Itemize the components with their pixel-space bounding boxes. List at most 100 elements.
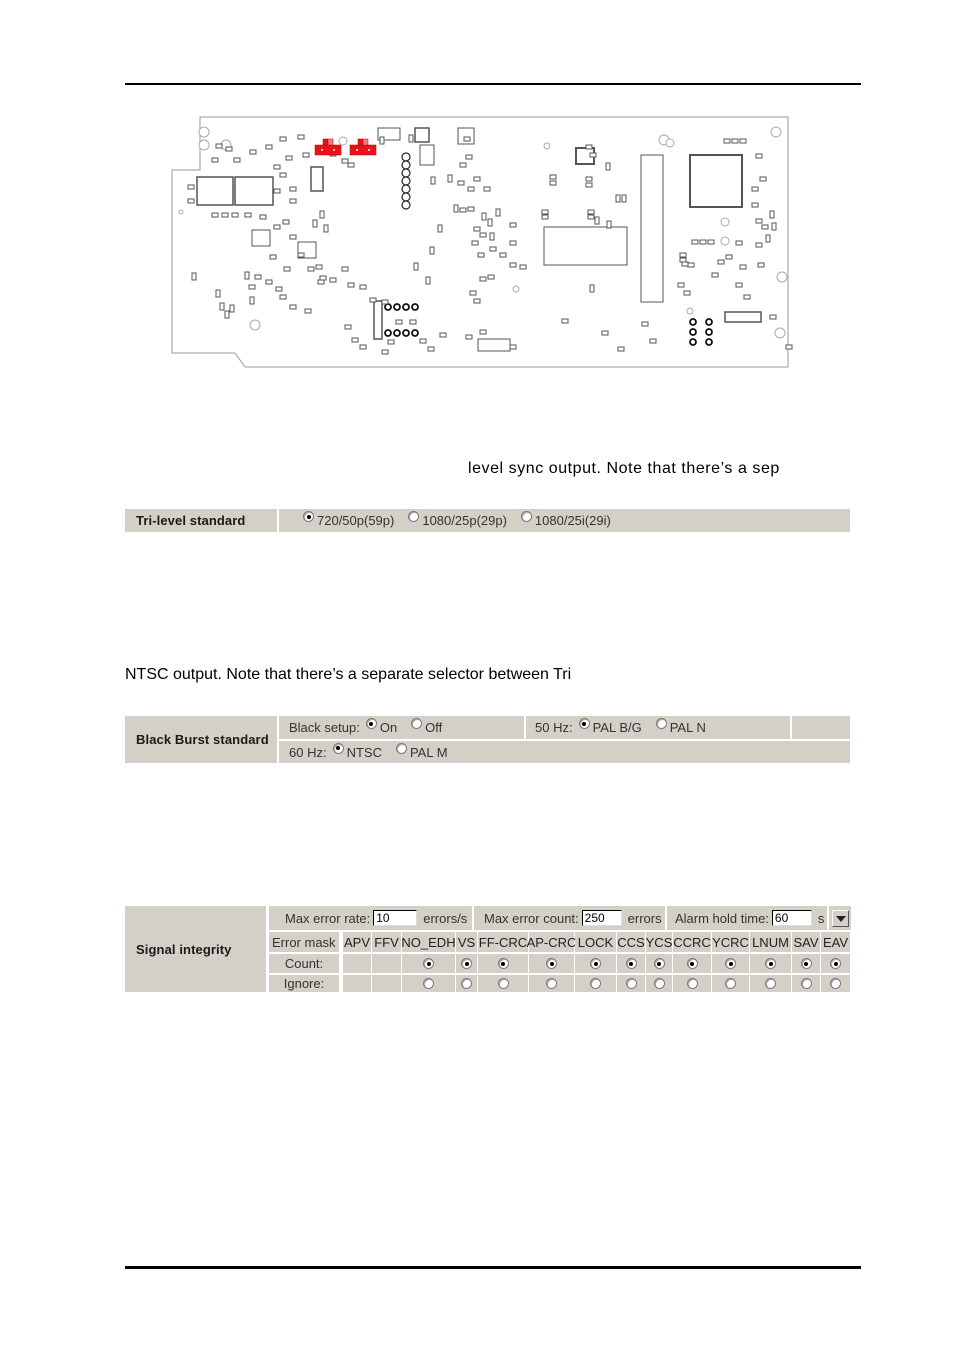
column-header-label: LOCK bbox=[577, 934, 614, 950]
pcb-hole bbox=[705, 328, 713, 336]
pcb-component bbox=[615, 194, 621, 203]
ignore-radio-ccrc[interactable] bbox=[686, 978, 698, 989]
count-radio-ccrc[interactable] bbox=[686, 958, 698, 969]
count-cell-ff-crc bbox=[478, 954, 528, 973]
pcb-component bbox=[279, 136, 287, 142]
pcb-component bbox=[541, 214, 549, 220]
pcb-component bbox=[319, 210, 325, 219]
count-cell-vs bbox=[456, 954, 477, 973]
pcb-component bbox=[759, 176, 767, 182]
column-header-label: AP-CRC bbox=[526, 934, 577, 950]
pcb-component bbox=[601, 330, 609, 336]
header-rule bbox=[125, 83, 861, 85]
count-radio-ff-crc[interactable] bbox=[497, 958, 509, 969]
pcb-component bbox=[453, 204, 459, 213]
radio-selected-icon[interactable] bbox=[365, 718, 377, 729]
pcb-component bbox=[587, 214, 595, 220]
pcb-component bbox=[285, 155, 293, 161]
tri-level-option-720-50p[interactable]: 720/50p(59p) bbox=[303, 511, 394, 528]
ignore-cell-ffv bbox=[372, 975, 401, 992]
pcb-component bbox=[689, 154, 743, 208]
ignore-cell-apv bbox=[343, 975, 371, 992]
pcb-component bbox=[341, 266, 349, 272]
count-radio-ycrc[interactable] bbox=[725, 958, 736, 969]
ignore-radio-ff-crc[interactable] bbox=[497, 978, 509, 989]
count-radio-no_edh[interactable] bbox=[423, 958, 434, 969]
column-header-lnum: LNUM bbox=[750, 932, 791, 952]
radio-unselected-icon[interactable] bbox=[408, 511, 420, 522]
dropdown-cell bbox=[829, 906, 851, 930]
tri-level-option-1080-25p[interactable]: 1080/25p(29p) bbox=[408, 511, 507, 528]
radio-unselected-icon[interactable] bbox=[411, 718, 423, 729]
pcb-hole bbox=[384, 329, 392, 337]
pcb-hole bbox=[393, 329, 401, 337]
ignore-radio-sav[interactable] bbox=[800, 978, 812, 989]
60hz-pal-m[interactable]: PAL M bbox=[395, 742, 448, 760]
radio-selected-icon[interactable] bbox=[303, 511, 314, 522]
black-setup-on[interactable]: On bbox=[365, 718, 397, 735]
ignore-radio-no_edh[interactable] bbox=[423, 978, 434, 989]
column-header-ap-crc: AP-CRC bbox=[526, 932, 577, 952]
empty-cell bbox=[792, 716, 850, 739]
alarm-hold-time-input[interactable] bbox=[771, 910, 812, 926]
column-header-vs: VS bbox=[456, 932, 477, 952]
ignore-radio-eav[interactable] bbox=[830, 978, 841, 989]
ignore-radio-ccs[interactable] bbox=[625, 978, 637, 989]
count-cell-ccs bbox=[617, 954, 645, 973]
radio-selected-icon[interactable] bbox=[578, 718, 590, 729]
pcb-component bbox=[459, 207, 467, 213]
pcb-hole bbox=[411, 303, 419, 311]
column-header-label: SAV bbox=[793, 934, 819, 950]
ignore-cell-ycrc bbox=[712, 975, 749, 992]
tri-level-option-1080-25i[interactable]: 1080/25i(29i) bbox=[520, 511, 611, 528]
count-cell-ycs bbox=[646, 954, 672, 973]
radio-unselected-icon[interactable] bbox=[655, 718, 667, 729]
radio-unselected-icon[interactable] bbox=[520, 511, 532, 522]
ignore-radio-lock[interactable] bbox=[590, 978, 601, 989]
column-header-label: LNUM bbox=[752, 934, 789, 950]
pcb-hole bbox=[686, 307, 694, 315]
count-radio-ycs[interactable] bbox=[653, 958, 665, 969]
50hz-pal-bg[interactable]: PAL B/G bbox=[578, 718, 642, 735]
pcb-hole bbox=[401, 168, 411, 178]
pcb-component bbox=[447, 174, 453, 183]
pcb-component bbox=[594, 216, 600, 225]
ignore-radio-ycs[interactable] bbox=[653, 978, 665, 989]
pcb-component bbox=[379, 136, 385, 145]
max-error-count-unit: errors bbox=[627, 910, 662, 926]
pcb-component bbox=[483, 186, 491, 192]
60hz-ntsc[interactable]: NTSC bbox=[332, 742, 382, 760]
pcb-component bbox=[234, 176, 274, 206]
ignore-radio-ycrc[interactable] bbox=[725, 978, 736, 989]
pcb-component bbox=[739, 138, 747, 144]
count-radio-lnum[interactable] bbox=[765, 958, 776, 969]
ignore-radio-vs[interactable] bbox=[461, 978, 472, 989]
ignore-radio-lnum[interactable] bbox=[765, 978, 776, 989]
pcb-component bbox=[707, 239, 715, 245]
50hz-pal-n[interactable]: PAL N bbox=[655, 718, 706, 735]
pcb-component bbox=[408, 134, 414, 143]
count-radio-sav[interactable] bbox=[800, 958, 812, 969]
count-radio-eav[interactable] bbox=[830, 958, 841, 969]
pcb-component bbox=[329, 277, 337, 283]
signal-integrity-panel: Signal integrity Max error rate: errors/… bbox=[125, 906, 851, 992]
pcb-hole bbox=[774, 327, 786, 339]
count-radio-ccs[interactable] bbox=[625, 958, 637, 969]
ignore-cell-ycs bbox=[646, 975, 672, 992]
count-radio-ap-crc[interactable] bbox=[546, 958, 557, 969]
count-cell-no_edh bbox=[402, 954, 455, 973]
count-radio-vs[interactable] bbox=[461, 958, 472, 969]
max-error-rate-input[interactable] bbox=[373, 910, 418, 926]
ignore-radio-ap-crc[interactable] bbox=[546, 978, 557, 989]
pcb-component bbox=[725, 254, 733, 260]
count-radio-lock[interactable] bbox=[590, 958, 601, 969]
pcb-component bbox=[495, 208, 501, 217]
max-error-count-input[interactable] bbox=[581, 910, 622, 926]
black-setup-off[interactable]: Off bbox=[411, 718, 442, 735]
pcb-component bbox=[459, 162, 467, 168]
radio-unselected-icon[interactable] bbox=[395, 742, 407, 754]
radio-selected-icon[interactable] bbox=[332, 742, 344, 754]
ignore-cell-lnum bbox=[750, 975, 791, 992]
column-header-label: CCS bbox=[617, 934, 645, 950]
collapse-dropdown-button[interactable] bbox=[831, 909, 849, 927]
